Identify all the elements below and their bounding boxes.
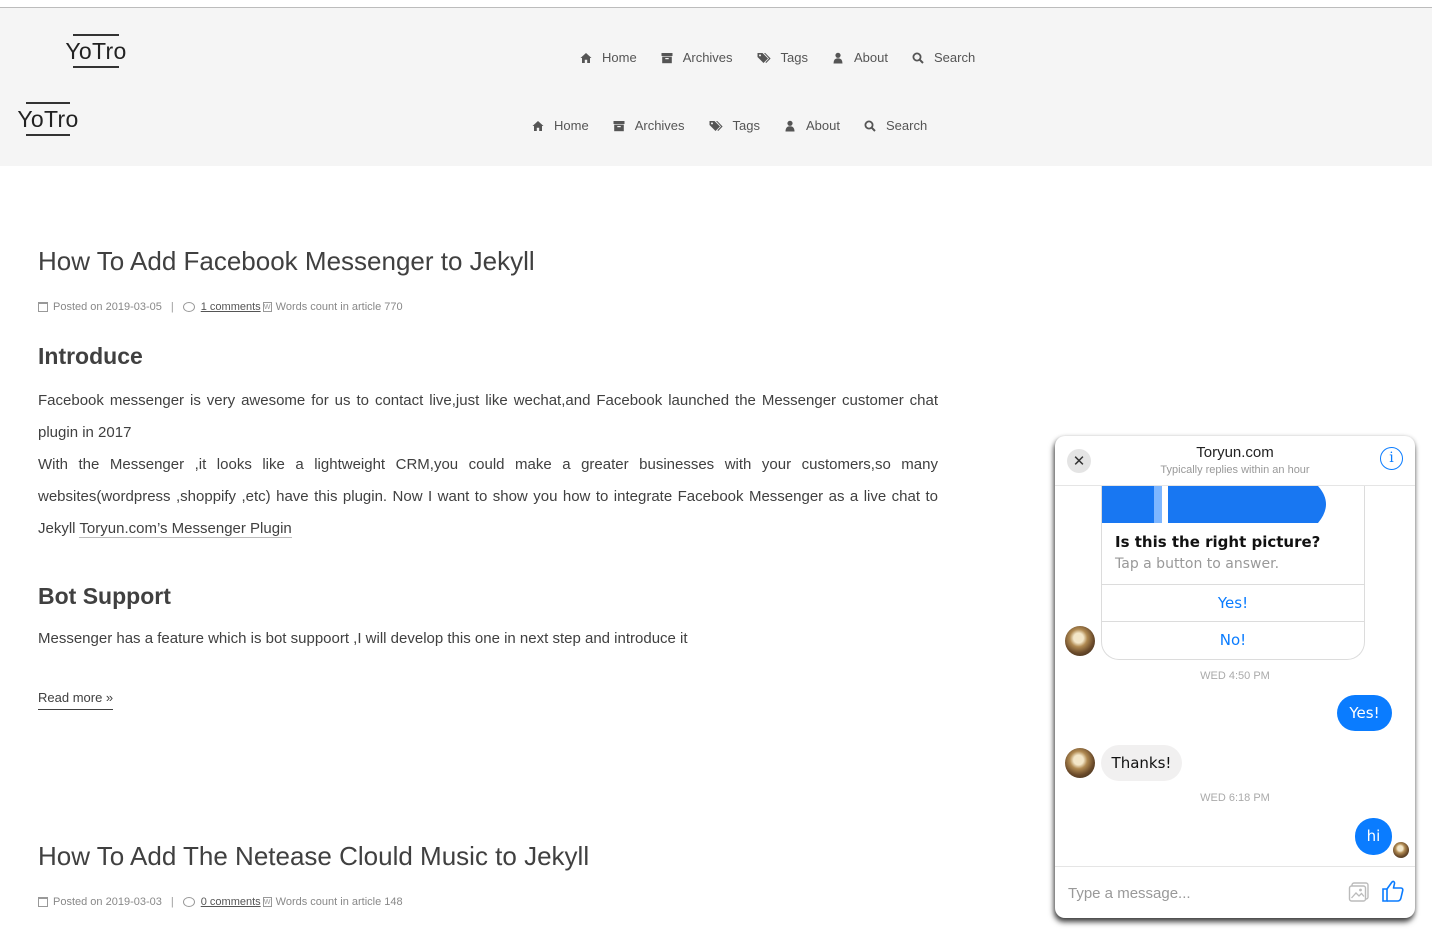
nav-search-label: Search xyxy=(934,50,976,65)
no-button[interactable]: No! xyxy=(1102,621,1364,658)
nav-about-label: About xyxy=(806,118,840,133)
comments-link[interactable]: 0 comments xyxy=(201,895,261,909)
messenger-plugin-link[interactable]: Toryun.com’s Messenger Plugin xyxy=(79,520,292,538)
tags-icon xyxy=(709,120,723,131)
tags-icon xyxy=(757,52,771,63)
nav-search-label: Search xyxy=(886,118,928,133)
post-meta: Posted on 2019-03-03 | 0 comments W Word… xyxy=(38,895,938,909)
nav-home-label: Home xyxy=(602,50,637,65)
read-receipt-avatar xyxy=(1393,842,1409,858)
logo-bottom-bar xyxy=(26,134,70,136)
chat-page-name: Toryun.com xyxy=(1196,444,1274,461)
nav-home-label: Home xyxy=(554,118,589,133)
section-heading: Bot Support xyxy=(38,583,171,609)
logo-text: YoTro xyxy=(17,106,79,132)
user-icon xyxy=(785,120,795,131)
user-icon xyxy=(833,52,843,63)
page-avatar xyxy=(1065,748,1095,778)
outgoing-message: Yes! xyxy=(1337,695,1392,731)
archive-icon xyxy=(613,120,625,131)
post-meta: Posted on 2019-03-05 | 1 comments W Word… xyxy=(38,300,938,314)
outgoing-message: hi xyxy=(1355,818,1392,855)
page-avatar xyxy=(1065,626,1095,656)
section-heading: Introduce xyxy=(38,343,143,369)
archive-icon xyxy=(661,52,673,63)
blurred-picture xyxy=(1102,486,1364,523)
search-icon xyxy=(912,52,924,64)
nav-tags[interactable]: Tags xyxy=(709,118,760,133)
section-introduce: Introduce xyxy=(38,341,938,371)
nav-home[interactable]: Home xyxy=(532,118,589,133)
post-header: How To Add The Netease Clould Music to J… xyxy=(38,840,938,872)
site-logo-duplicate[interactable]: YoTro xyxy=(16,102,80,136)
comments-link[interactable]: 1 comments xyxy=(201,300,261,314)
word-count-icon: W xyxy=(262,302,272,312)
message-timestamp: WED 4:50 PM xyxy=(1200,670,1270,682)
home-icon xyxy=(580,52,592,63)
bot-paragraph: Messenger has a feature which is bot sup… xyxy=(38,623,938,655)
nav-archives-label: Archives xyxy=(634,118,685,133)
nav-tags-label: Tags xyxy=(780,50,809,65)
nav-about[interactable]: About xyxy=(784,118,840,133)
comment-icon xyxy=(182,897,195,907)
message-timestamp: WED 6:18 PM xyxy=(1200,792,1270,804)
yes-button[interactable]: Yes! xyxy=(1102,584,1364,621)
nav-archives[interactable]: Archives xyxy=(613,118,685,133)
nav-home[interactable]: Home xyxy=(580,50,637,65)
section-bot-support: Bot Support xyxy=(38,581,938,611)
nav-search[interactable]: Search xyxy=(864,118,927,133)
logo-text: YoTro xyxy=(65,38,127,64)
incoming-message: Thanks! xyxy=(1101,745,1182,781)
nav-archives[interactable]: Archives xyxy=(661,50,733,65)
thumbs-up-icon[interactable] xyxy=(1381,879,1405,903)
nav-archives-label: Archives xyxy=(682,50,733,65)
image-upload-icon[interactable] xyxy=(1348,881,1370,903)
read-more-wrap: Read more » xyxy=(38,689,938,710)
top-border xyxy=(0,0,1432,8)
main-nav: Home Archives Tags About Search xyxy=(580,50,975,65)
meta-separator: | xyxy=(170,301,174,313)
post-title-link[interactable]: How To Add Facebook Messenger to Jekyll xyxy=(38,245,938,277)
message-input[interactable] xyxy=(1066,881,1330,905)
word-count: Words count in article 148 xyxy=(275,896,403,908)
site-logo[interactable]: YoTro xyxy=(64,34,128,68)
calendar-icon xyxy=(38,302,48,312)
post-date: Posted on 2019-03-03 xyxy=(53,896,162,908)
chat-header: ✕ Toryun.com Typically replies within an… xyxy=(1055,436,1415,486)
intro-text-1: Facebook messenger is very awesome for u… xyxy=(38,392,938,441)
post-title-link[interactable]: How To Add The Netease Clould Music to J… xyxy=(38,840,938,872)
comment-icon xyxy=(182,302,195,312)
word-count-icon: W xyxy=(262,897,272,907)
nav-tags-label: Tags xyxy=(732,118,761,133)
card-hint: Tap a button to answer. xyxy=(1115,556,1280,572)
nav-tags[interactable]: Tags xyxy=(757,50,808,65)
word-count: Words count in article 770 xyxy=(275,301,403,313)
nav-about[interactable]: About xyxy=(832,50,888,65)
intro-paragraph: Facebook messenger is very awesome for u… xyxy=(38,385,938,545)
post-date: Posted on 2019-03-05 xyxy=(53,301,162,313)
site-header xyxy=(0,8,1432,166)
message-composer xyxy=(1055,866,1415,918)
read-more-link[interactable]: Read more » xyxy=(38,690,114,710)
calendar-icon xyxy=(38,897,48,907)
nav-about-label: About xyxy=(854,50,888,65)
main-nav-duplicate: Home Archives Tags About Search xyxy=(532,118,927,133)
card-question: Is this the right picture? xyxy=(1115,533,1321,551)
meta-separator: | xyxy=(170,896,174,908)
quick-reply-card: Is this the right picture? Tap a button … xyxy=(1101,486,1365,660)
chat-reply-time: Typically replies within an hour xyxy=(1160,464,1310,476)
messenger-chat-widget: ✕ Toryun.com Typically replies within an… xyxy=(1055,436,1415,918)
bot-text: Messenger has a feature which is bot sup… xyxy=(38,630,688,647)
nav-search[interactable]: Search xyxy=(912,50,975,65)
home-icon xyxy=(532,120,544,131)
info-icon[interactable]: i xyxy=(1380,447,1403,470)
logo-bottom-bar xyxy=(73,66,119,68)
post-header: How To Add Facebook Messenger to Jekyll xyxy=(38,245,938,277)
search-icon xyxy=(864,120,876,132)
